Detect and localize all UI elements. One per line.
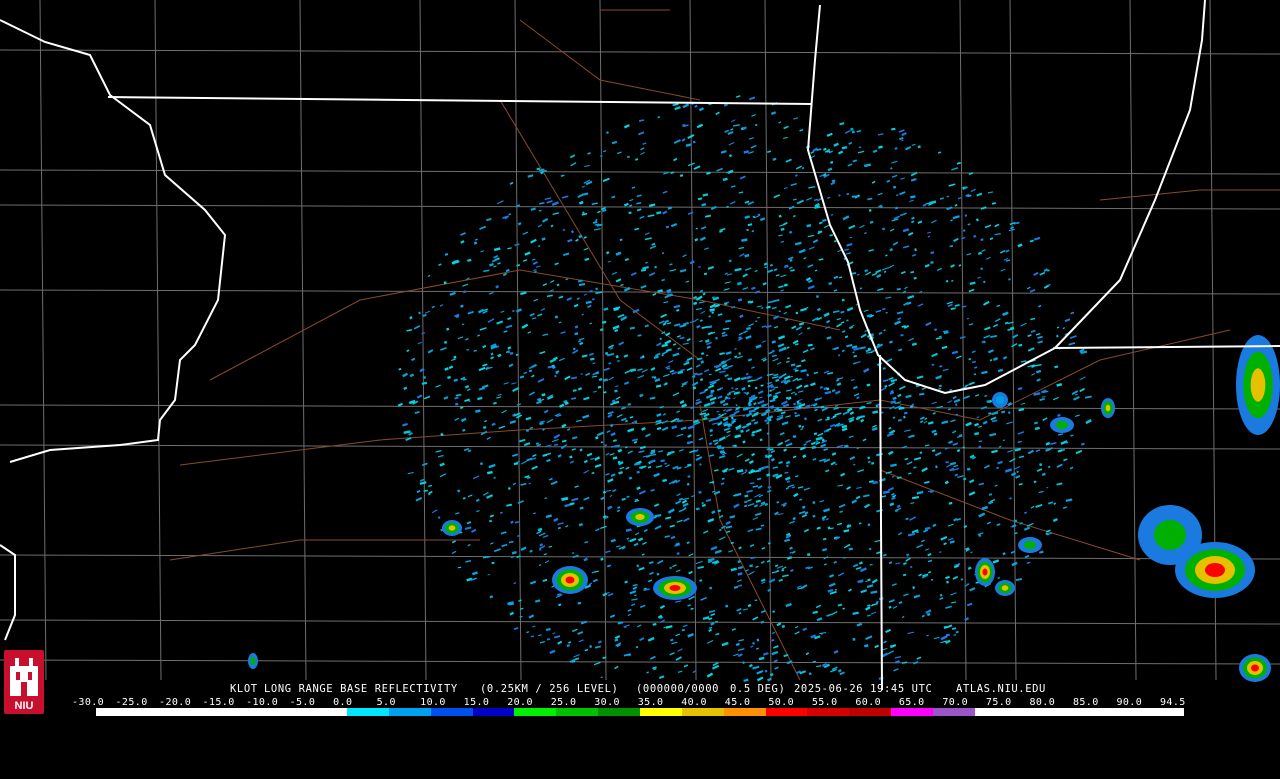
niu-logo: NIU [4,650,44,714]
volume-id: (000000/0000 [636,683,720,695]
legend-tick: 0.0 [333,697,353,708]
legend-tick: 94.5 [1160,697,1186,708]
colorbar-segment [807,708,850,716]
clutter-speck [508,487,511,490]
storm-cell-layer [1154,520,1186,550]
data-source: ATLAS.NIU.EDU [956,683,1046,695]
storm-cell-layer [1250,368,1266,402]
legend-tick: 80.0 [1029,697,1056,708]
legend-tick: 85.0 [1072,697,1099,708]
colorbar-segment [681,708,724,716]
legend-tick: -10.0 [246,697,279,708]
storm-cell-layer [635,514,645,520]
radar-site [735,393,749,407]
colorbar-segment [305,708,348,716]
legend-tick: 90.0 [1116,697,1143,708]
colorbar-segment [556,708,599,716]
colorbar-segment [974,708,1017,716]
colorbar-segment [723,708,766,716]
legend-tick: -25.0 [115,697,148,708]
legend-tick: 10.0 [420,697,446,708]
storm-cell-layer [669,585,681,591]
legend-tick: -15.0 [202,697,235,708]
colorbar-segment [765,708,808,716]
legend-tick: 55.0 [811,697,838,708]
clutter-speck [815,295,819,298]
product-title: LONG RANGE BASE REFLECTIVITY [264,683,458,695]
colorbar-segment [849,708,892,716]
colorbar-segment [472,708,515,716]
storm-cell-layer [1024,541,1036,549]
reflectivity-colorbar [96,708,1184,716]
colorbar-segment [263,708,306,716]
colorbar-segment [221,708,264,716]
colorbar-segment [932,708,975,716]
legend-tick: 30.0 [594,697,620,708]
legend-tick: 35.0 [637,697,664,708]
storm-cell-layer [982,568,988,576]
colorbar-segment [388,708,431,716]
legend-tick: -20.0 [159,697,192,708]
clutter-speck [654,265,657,269]
clutter-speck [554,315,559,319]
colorbar-segment [1100,708,1143,716]
legend-tick: 50.0 [768,697,794,708]
colorbar-segment [598,708,640,716]
storm-cell-layer [1001,585,1009,591]
colorbar-segment [96,708,138,716]
legend-tick: 25.0 [550,697,577,708]
legend-tick: 40.0 [681,697,707,708]
legend-tick: 45.0 [724,697,751,708]
clutter-speck [692,140,696,144]
legend-tick: 20.0 [507,697,533,708]
clutter-speck [507,350,510,354]
legend-tick: 15.0 [463,697,490,708]
storm-cell-layer [996,396,1004,404]
map-background [0,0,1280,720]
scan-datetime: 2025-06-26 19:45 UTC [794,683,933,695]
colorbar-segment [430,708,473,716]
legend-tick: 65.0 [898,697,925,708]
product-resolution: (0.25KM / 256 LEVEL) [480,683,619,695]
colorbar-segment [891,708,933,716]
storm-cell-layer [1056,421,1068,429]
clutter-speck [656,572,660,576]
station-id: KLOT [230,683,258,695]
colorbar-segment [514,708,557,716]
logo-text: NIU [15,700,34,712]
legend-tick: -30.0 [72,697,105,708]
storm-cell-layer [1205,563,1225,577]
colorbar-segment [137,708,180,716]
clutter-speck [605,352,609,355]
elevation-angle: 0.5 DEG) [730,683,786,695]
clutter-speck [946,580,949,584]
legend-tick: -5.0 [289,697,316,708]
colorbar-segment [1058,708,1101,716]
product-caption: KLOT LONG RANGE BASE REFLECTIVITY (0.25K… [0,683,1280,697]
storm-cell-layer [565,576,575,584]
storm-cell-layer [1251,664,1259,672]
legend-tick: 60.0 [855,697,882,708]
storm-cell-layer [448,525,456,531]
legend-tick: 5.0 [376,697,396,708]
colorbar-segment [1142,708,1184,716]
storm-cell-layer [1105,404,1111,412]
storm-cell-layer [250,657,256,665]
legend-tick: 75.0 [985,697,1012,708]
colorbar-segment [639,708,682,716]
clutter-speck [852,637,856,641]
colorbar-segment [179,708,222,716]
radar-map [0,0,1280,720]
colorbar-segment [1016,708,1059,716]
legend-tick: 70.0 [942,697,969,708]
colorbar-segment [347,708,389,716]
